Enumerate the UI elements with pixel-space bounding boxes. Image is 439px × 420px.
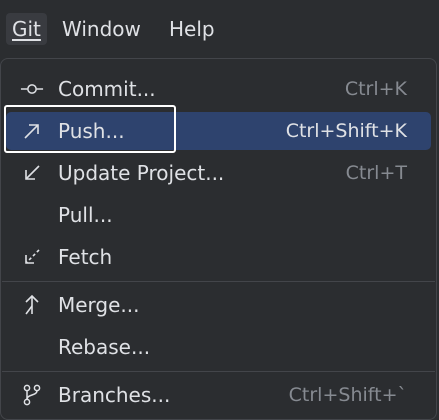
menu-separator [2,371,435,372]
menu-item-update-project[interactable]: Update Project... Ctrl+T [6,154,431,192]
menu-item-pull[interactable]: Pull... [6,196,431,234]
merge-icon [20,294,44,316]
menu-item-fetch-label: Fetch [58,245,113,269]
menu-separator [2,281,435,282]
menu-item-commit-label: Commit... [58,77,156,101]
menu-item-fetch[interactable]: Fetch [6,238,431,276]
menu-item-branches[interactable]: Branches... Ctrl+Shift+` [6,376,431,414]
menu-item-update-project-label: Update Project... [58,161,225,185]
fetch-arrow-icon [20,246,44,268]
menu-item-push-shortcut: Ctrl+Shift+K [285,120,407,142]
menu-item-commit-shortcut: Ctrl+K [344,78,407,100]
menu-window-label: Window [62,17,141,41]
push-arrow-icon [20,120,44,142]
menu-help[interactable]: Help [169,13,215,45]
commit-icon [20,78,44,100]
menu-git[interactable]: Git [6,13,47,45]
menu-bar: Git Window Help [0,0,439,58]
update-arrow-icon [20,162,44,184]
menu-item-branches-shortcut: Ctrl+Shift+` [288,384,407,406]
menu-item-push[interactable]: Push... Ctrl+Shift+K [6,112,431,150]
menu-item-rebase-label: Rebase... [58,335,151,359]
menu-git-label: Git [12,17,41,41]
menu-item-merge-label: Merge... [58,293,140,317]
menu-window[interactable]: Window [62,13,141,45]
git-dropdown-menu: Commit... Ctrl+K Push... Ctrl+Shift+K Up… [0,58,437,420]
menu-item-rebase[interactable]: Rebase... [6,328,431,366]
menu-help-label: Help [169,17,215,41]
menu-item-commit[interactable]: Commit... Ctrl+K [6,70,431,108]
menu-item-pull-label: Pull... [58,203,113,227]
menu-item-update-project-shortcut: Ctrl+T [345,162,407,184]
menu-item-branches-label: Branches... [58,383,171,407]
menu-item-push-label: Push... [58,119,125,143]
menu-item-merge[interactable]: Merge... [6,286,431,324]
branches-icon [20,384,44,406]
